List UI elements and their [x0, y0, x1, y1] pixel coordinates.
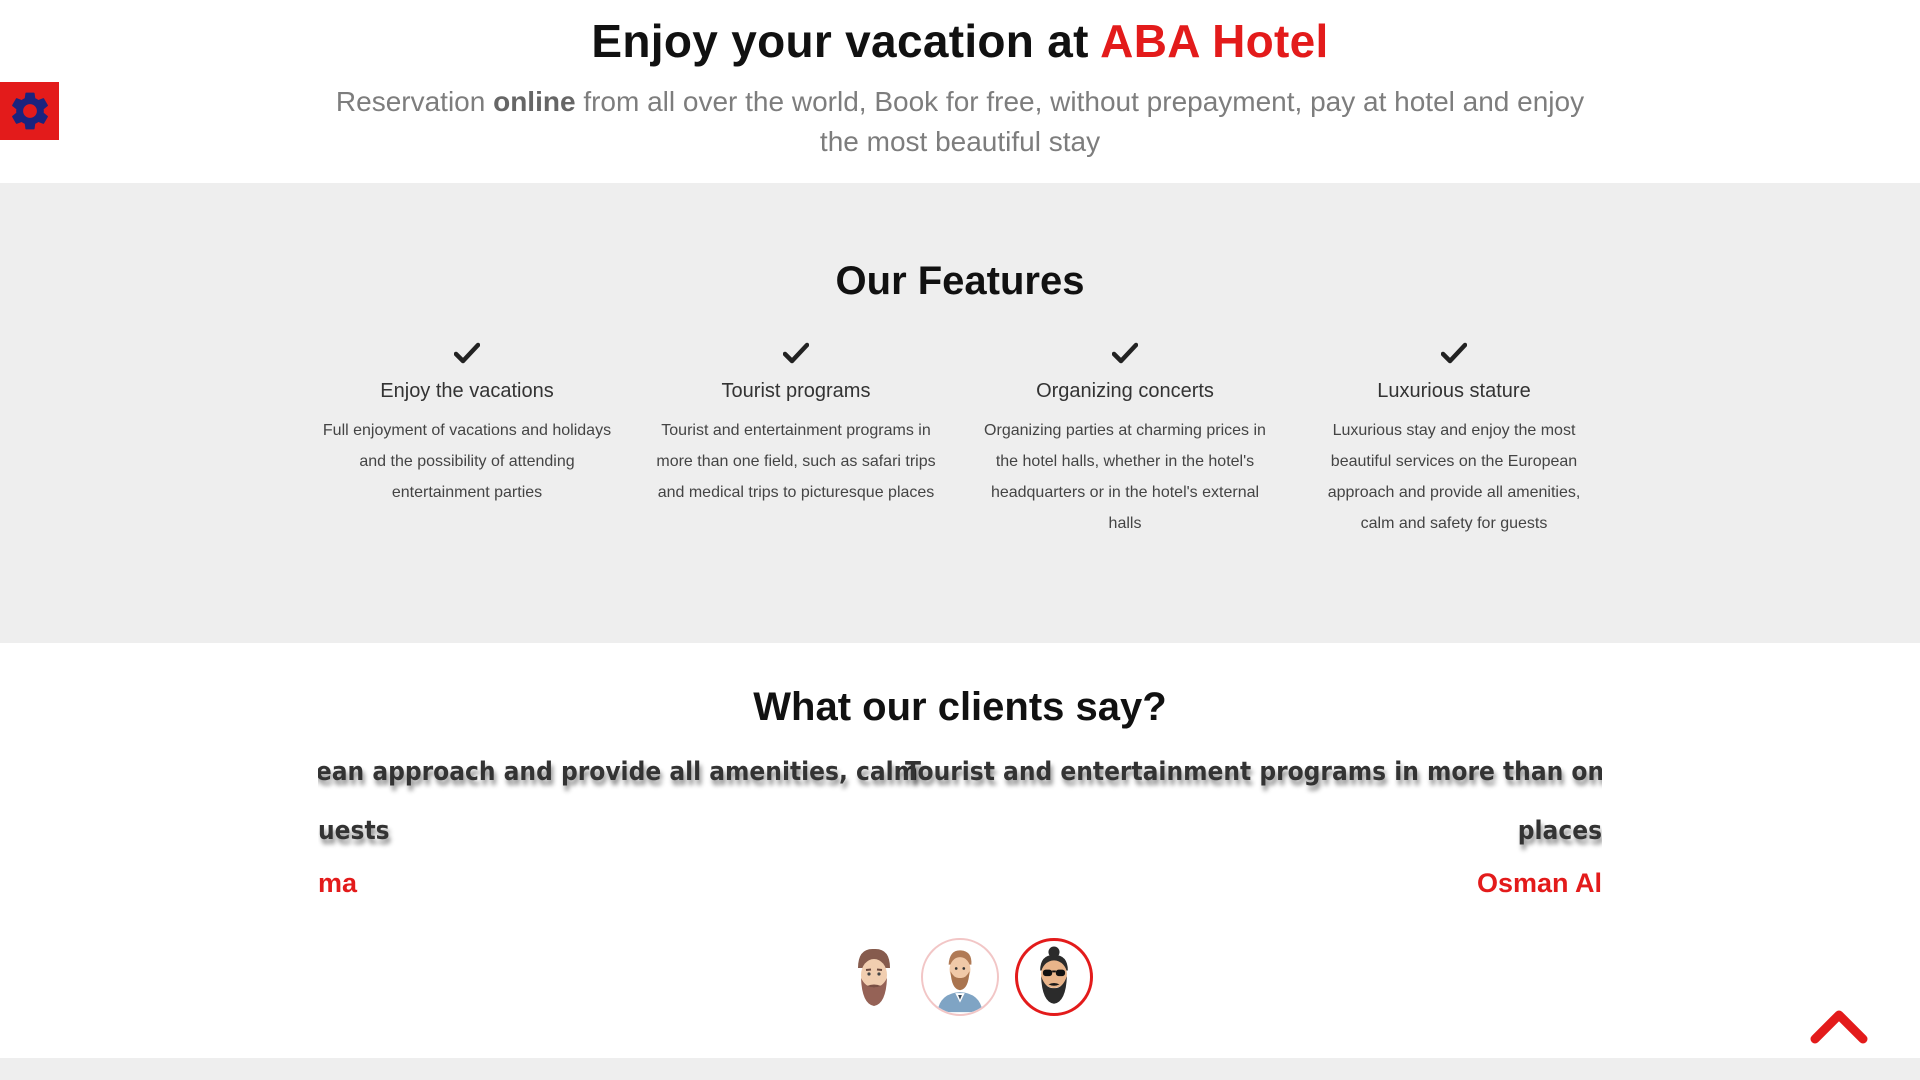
- check-icon: [454, 342, 480, 364]
- hero-subtitle: Reservation online from all over the wor…: [320, 82, 1600, 162]
- check-icon: [1112, 342, 1138, 364]
- feature-title: Luxurious stature: [1377, 380, 1531, 402]
- chevron-up-icon[interactable]: [1810, 1005, 1868, 1045]
- hero-subtitle-bold: online: [493, 86, 576, 117]
- avatar-1[interactable]: [835, 938, 913, 1016]
- feature-card: Luxurious stature Luxurious stay and enj…: [1309, 338, 1599, 539]
- gear-icon: [11, 92, 48, 130]
- features-section: Our Features Enjoy the vacations Full en…: [0, 183, 1920, 643]
- check-icon: [1441, 342, 1467, 364]
- testimonial-slide: Tourist and entertainment programs in mo…: [905, 743, 1602, 903]
- avatar-3[interactable]: [1015, 938, 1093, 1016]
- testimonial-author: ma: [318, 868, 358, 898]
- feature-card: Tourist programs Tourist and entertainme…: [651, 338, 941, 508]
- testimonial-slider[interactable]: uropean approach and provide all ameniti…: [318, 743, 1602, 903]
- testimonial-avatars: [835, 938, 1095, 1018]
- feature-title: Tourist programs: [721, 380, 871, 402]
- testimonial-quote-line: Tourist and entertainment programs in mo…: [905, 757, 1602, 787]
- testimonial-quote-line: places: [1517, 816, 1602, 846]
- feature-card: Organizing concerts Organizing parties a…: [980, 338, 1270, 539]
- feature-title: Enjoy the vacations: [380, 380, 554, 402]
- testimonial-quote-line: uests: [318, 816, 390, 846]
- testimonial-quote-line: uropean approach and provide all ameniti…: [318, 757, 918, 787]
- avatar-2[interactable]: [921, 938, 999, 1016]
- testimonial-author: Osman Al: [1476, 868, 1602, 898]
- check-icon: [783, 342, 809, 364]
- testimonials-title: What our clients say?: [753, 685, 1167, 729]
- feature-text: Full enjoyment of vacations and holidays…: [322, 422, 612, 501]
- hero-title-prefix: Enjoy your vacation at: [591, 15, 1101, 67]
- testimonial-slide: uropean approach and provide all ameniti…: [318, 743, 918, 903]
- hero-subtitle-end: from all over the world, Book for free, …: [575, 86, 1585, 157]
- hero-title: Enjoy your vacation at ABA Hotel: [0, 14, 1920, 68]
- hero-title-brand: ABA Hotel: [1100, 15, 1329, 67]
- settings-button[interactable]: [0, 82, 59, 140]
- hero-section: Enjoy your vacation at ABA Hotel Reserva…: [0, 0, 1920, 183]
- hero-subtitle-start: Reservation: [335, 86, 494, 117]
- footer-strip: [0, 1058, 1920, 1080]
- testimonials-section: What our clients say? uropean approach a…: [0, 643, 1920, 1058]
- feature-text: Luxurious stay and enjoy the most beauti…: [1327, 422, 1581, 532]
- feature-text: Tourist and entertainment programs in mo…: [656, 422, 936, 501]
- feature-title: Organizing concerts: [1036, 380, 1214, 402]
- feature-card: Enjoy the vacations Full enjoyment of va…: [322, 338, 612, 508]
- feature-text: Organizing parties at charming prices in…: [984, 422, 1266, 532]
- features-title: Our Features: [835, 259, 1085, 303]
